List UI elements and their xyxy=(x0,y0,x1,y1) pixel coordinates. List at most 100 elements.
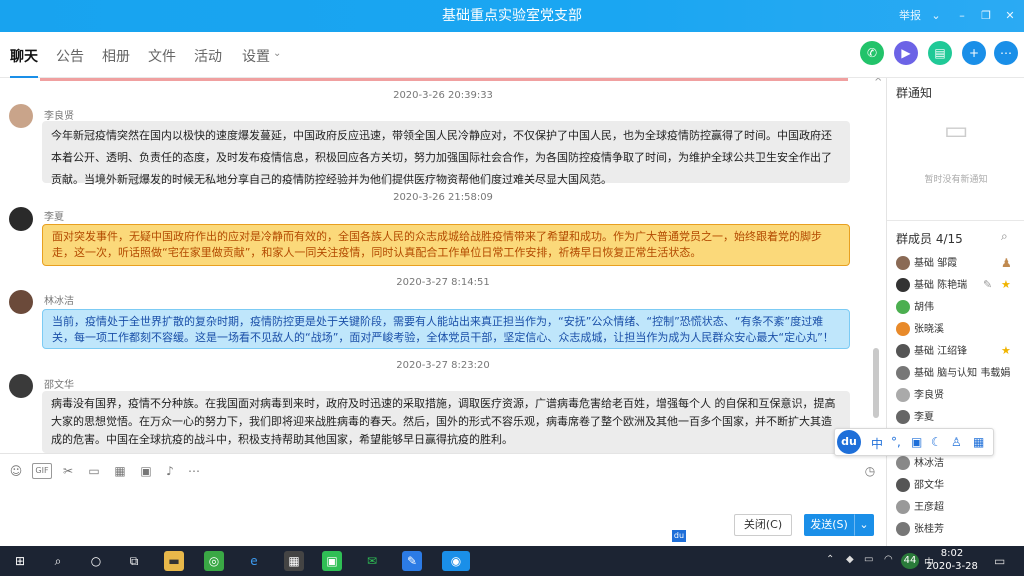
notice-empty-text: 暂时没有新通知 xyxy=(924,175,988,185)
windows-start-icon[interactable]: ⊞ xyxy=(10,551,30,571)
owner-badge-icon: ♟ xyxy=(1001,256,1012,270)
history-icon[interactable]: ◷ xyxy=(862,463,878,479)
tab-chat[interactable]: 聊天 xyxy=(10,46,38,78)
wechat-icon[interactable]: ✉ xyxy=(362,551,382,571)
member-name: 胡伟 xyxy=(914,302,934,313)
grid-icon[interactable]: ▦ xyxy=(973,435,984,449)
group-sidebar: 群通知 ▭ 暂时没有新通知 群成员 4/15 ⌕ 基础 邹霞 基础 陈艳瑞 胡伟… xyxy=(886,78,1024,546)
classroom-icon[interactable]: ▤ xyxy=(928,41,952,65)
search-icon[interactable]: ⌕ xyxy=(1001,229,1008,244)
gif-icon[interactable]: GIF xyxy=(32,463,52,479)
qq-icon[interactable]: ◉ xyxy=(442,551,470,571)
notification-icon[interactable]: ▭ xyxy=(994,554,1005,568)
avatar xyxy=(896,300,910,314)
battery-icon[interactable]: ▭ xyxy=(864,554,873,565)
chevron-down-icon[interactable]: ⌄ xyxy=(928,0,944,32)
message-timestamp: 2020-3-26 20:39:33 xyxy=(393,90,493,101)
member-item[interactable]: 王彦超 xyxy=(896,498,944,518)
member-item[interactable]: 基础 江绍锋 xyxy=(896,342,967,362)
member-item[interactable]: 基础 陈艳瑞 xyxy=(896,276,967,296)
calculator-icon[interactable]: ▦ xyxy=(284,551,304,571)
member-item[interactable]: 邵文华 xyxy=(896,476,944,496)
add-chat-icon[interactable]: + xyxy=(962,41,986,65)
scrollbar-thumb[interactable] xyxy=(873,348,879,418)
message-input-area[interactable]: ☺ GIF ✂ ▭ ▦ ▣ ♪ ⋯ ◷ du 关闭(C) 发送(S) ⌄ xyxy=(0,453,886,546)
ime-logo[interactable]: du xyxy=(837,430,861,454)
member-item[interactable]: 林冰洁 xyxy=(896,454,944,474)
member-item[interactable]: 张晓溪 xyxy=(896,320,944,340)
tab-files[interactable]: 文件 xyxy=(148,46,176,66)
iqiyi-icon[interactable]: ▣ xyxy=(322,551,342,571)
toolbox-icon[interactable]: ▣ xyxy=(911,435,922,449)
member-name: 基础 江绍锋 xyxy=(914,346,968,357)
message-bubble[interactable]: 病毒没有国界，疫情不分种族。在我国面对病毒到来时，政府及时迅速的采取措施，调取医… xyxy=(42,391,850,453)
cortana-icon[interactable]: ○ xyxy=(86,551,106,571)
avatar[interactable] xyxy=(9,290,33,314)
avatar[interactable] xyxy=(9,207,33,231)
punctuation-icon[interactable]: °, xyxy=(891,435,901,449)
browser-icon[interactable]: ◎ xyxy=(204,551,224,571)
moon-icon[interactable]: ☾ xyxy=(931,435,942,449)
edit-icon[interactable]: ✎ xyxy=(983,278,992,291)
clock-time[interactable]: 8:02 xyxy=(926,548,978,559)
scissors-icon[interactable]: ✂ xyxy=(60,463,76,479)
avatar xyxy=(896,278,910,292)
more-icon[interactable]: ⋯ xyxy=(994,41,1018,65)
badge-count[interactable]: 44 xyxy=(901,553,919,569)
file-explorer-icon[interactable]: ▬ xyxy=(164,551,184,571)
edge-icon[interactable]: e xyxy=(244,551,264,571)
send-button[interactable]: 发送(S) xyxy=(804,514,854,536)
report-link[interactable]: 举报 xyxy=(896,0,924,32)
microphone-icon[interactable]: ♪ xyxy=(162,463,178,479)
more-icon[interactable]: ⋯ xyxy=(186,463,202,479)
restore-button[interactable]: ❐ xyxy=(974,0,998,32)
tab-announcement[interactable]: 公告 xyxy=(56,46,84,66)
member-name: 基础 邹霞 xyxy=(914,258,958,269)
tray-up-icon[interactable]: ⌃ xyxy=(826,554,834,565)
user-icon[interactable]: ♙ xyxy=(951,435,962,449)
avatar xyxy=(896,256,910,270)
search-icon[interactable]: ⌕ xyxy=(48,551,68,571)
phone-icon[interactable]: ✆ xyxy=(860,41,884,65)
tray-app-icon[interactable]: ◆ xyxy=(846,554,854,565)
avatar[interactable] xyxy=(9,104,33,128)
emoji-icon[interactable]: ☺ xyxy=(8,463,24,479)
close-button[interactable]: 关闭(C) xyxy=(734,514,792,536)
tab-activity[interactable]: 活动 xyxy=(194,46,222,66)
member-item[interactable]: 基础 邹霞 xyxy=(896,254,957,274)
doc-icon[interactable]: ▦ xyxy=(112,463,128,479)
message-timestamp: 2020-3-27 8:23:20 xyxy=(396,360,490,371)
member-item[interactable]: 张桂芳 xyxy=(896,520,944,540)
member-name: 林冰洁 xyxy=(914,458,944,469)
chat-history[interactable]: × 2020-3-26 20:39:33 李良贤 今年新冠疫情突然在国内以极快的… xyxy=(0,78,886,453)
notes-icon[interactable]: ✎ xyxy=(402,551,422,571)
ime-indicator-icon[interactable]: du xyxy=(672,530,686,542)
member-item[interactable]: 基础 脑与认知 韦载娟 xyxy=(896,364,1010,384)
avatar[interactable] xyxy=(9,374,33,398)
image-icon[interactable]: ▣ xyxy=(138,463,154,479)
message-bubble[interactable]: 当前，疫情处于全世界扩散的复杂时期，疫情防控更是处于关键阶段，需要有人能站出来真… xyxy=(42,309,850,349)
video-icon[interactable]: ▶ xyxy=(894,41,918,65)
close-button[interactable]: ✕ xyxy=(998,0,1022,32)
member-item[interactable]: 李良贤 xyxy=(896,386,944,406)
wifi-icon[interactable]: ◠ xyxy=(884,554,893,565)
folder-icon[interactable]: ▭ xyxy=(86,463,102,479)
group-toolbar: 聊天 公告 相册 文件 活动 设置 ⌄ ✆ ▶ ▤ + ⋯ xyxy=(0,32,1024,78)
send-options-chevron-icon[interactable]: ⌄ xyxy=(854,514,874,536)
member-item[interactable]: 胡伟 xyxy=(896,298,934,318)
close-icon[interactable]: × xyxy=(874,78,882,84)
clock-date[interactable]: 2020-3-28 xyxy=(922,561,982,572)
avatar xyxy=(896,500,910,514)
tab-settings[interactable]: 设置 xyxy=(242,46,270,66)
ime-mode[interactable]: 中 xyxy=(871,435,883,452)
chevron-down-icon[interactable]: ⌄ xyxy=(273,48,281,59)
minimize-button[interactable]: – xyxy=(950,0,974,32)
message-bubble[interactable]: 面对突发事件，无疑中国政府作出的应对是冷静而有效的，全国各族人民的众志成城给战胜… xyxy=(42,224,850,266)
member-item[interactable]: 李夏 xyxy=(896,408,934,428)
message-bubble[interactable]: 今年新冠疫情突然在国内以极快的速度爆发蔓延，中国政府反应迅速，带领全国人民冷静应… xyxy=(42,121,850,186)
task-view-icon[interactable]: ⧉ xyxy=(124,551,144,571)
tab-album[interactable]: 相册 xyxy=(102,46,130,66)
avatar xyxy=(896,388,910,402)
star-icon: ★ xyxy=(1001,278,1011,291)
ime-toolbar[interactable]: du 中 °, ▣ ☾ ♙ ▦ xyxy=(834,428,994,456)
